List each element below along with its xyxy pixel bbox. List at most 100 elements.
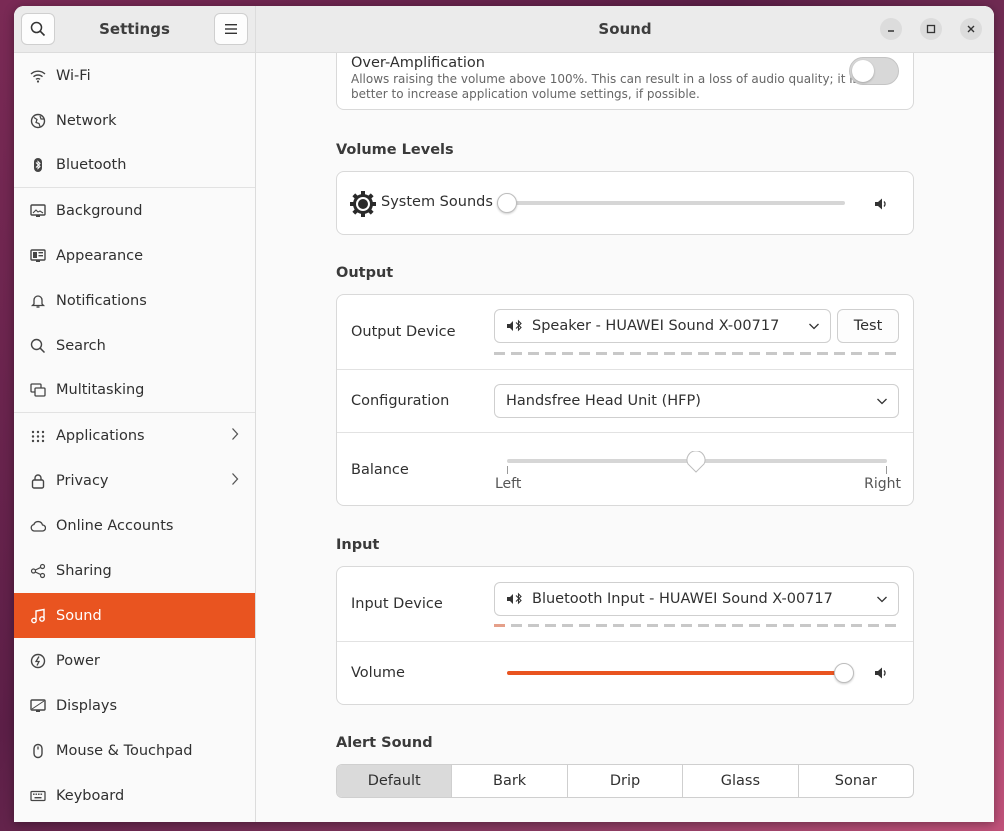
close-icon [967, 25, 975, 33]
sidebar-item-bluetooth[interactable]: Bluetooth [14, 143, 255, 188]
input-title: Input [336, 537, 380, 553]
bluetooth-speaker-icon [506, 318, 524, 334]
sidebar-item-multitasking[interactable]: Multitasking [14, 368, 255, 413]
divider [337, 641, 913, 642]
search-icon [28, 336, 48, 356]
music-note-icon [28, 606, 48, 626]
sidebar-item-sound[interactable]: Sound [14, 593, 255, 638]
bluetooth-speaker-icon [506, 591, 524, 607]
cloud-icon [28, 516, 48, 536]
sidebar-list: Wi-Fi Network Bluetooth Background Appea… [14, 53, 255, 818]
sidebar-item-label: Appearance [56, 247, 144, 264]
sidebar-header: Settings [14, 6, 255, 53]
background-icon [28, 201, 48, 221]
alert-sound-option-glass[interactable]: Glass [683, 765, 799, 797]
alert-sound-option-sonar[interactable]: Sonar [799, 765, 913, 797]
maximize-button[interactable] [920, 18, 942, 40]
sidebar-item-label: Wi-Fi [56, 67, 91, 84]
system-sounds-slider[interactable] [507, 201, 845, 205]
sidebar-item-wifi[interactable]: Wi-Fi [14, 53, 255, 98]
settings-window: Settings Wi-Fi Network Bluetooth Backgro… [14, 6, 994, 822]
alert-sound-option-drip[interactable]: Drip [568, 765, 684, 797]
sidebar-item-sharing[interactable]: Sharing [14, 548, 255, 593]
sidebar-item-applications[interactable]: Applications [14, 413, 255, 458]
speaker-icon [873, 196, 889, 216]
sidebar-item-label: Search [56, 337, 106, 354]
balance-label: Balance [351, 462, 409, 478]
test-button[interactable]: Test [837, 309, 899, 343]
input-card: Input Device Bluetooth Input - HUAWEI So… [336, 566, 914, 705]
system-sounds-label: System Sounds [381, 194, 493, 210]
share-icon [28, 561, 48, 581]
sidebar-item-label: Sharing [56, 562, 112, 579]
output-device-value: Speaker - HUAWEI Sound X-00717 [532, 318, 780, 334]
power-icon [28, 651, 48, 671]
sidebar-item-background[interactable]: Background [14, 188, 255, 233]
system-sounds-slider-knob[interactable] [497, 193, 517, 213]
over-amplification-toggle[interactable] [849, 57, 899, 85]
output-device-dropdown[interactable]: Speaker - HUAWEI Sound X-00717 [494, 309, 831, 343]
sidebar-item-notifications[interactable]: Notifications [14, 278, 255, 323]
mouse-icon [28, 741, 48, 761]
grid-icon [28, 426, 48, 446]
output-title: Output [336, 265, 394, 281]
sound-content: Over-Amplification Allows raising the vo… [336, 53, 914, 822]
configuration-dropdown[interactable]: Handsfree Head Unit (HFP) [494, 384, 899, 418]
sidebar-item-label: Keyboard [56, 787, 125, 804]
network-icon [28, 111, 48, 131]
close-button[interactable] [960, 18, 982, 40]
main-panel: Sound Over-Amplification Allows raising … [256, 6, 994, 822]
balance-slider-knob[interactable] [686, 450, 706, 473]
chevron-down-icon [876, 593, 888, 609]
sidebar-item-label: Network [56, 112, 117, 129]
description-line: Allows raising the volume above 100%. Th… [351, 72, 859, 86]
configuration-value: Handsfree Head Unit (HFP) [506, 393, 701, 409]
input-device-dropdown[interactable]: Bluetooth Input - HUAWEI Sound X-00717 [494, 582, 899, 616]
output-card: Output Device Speaker - HUAWEI Sound X-0… [336, 294, 914, 506]
sidebar-item-displays[interactable]: Displays [14, 683, 255, 728]
sidebar-item-search[interactable]: Search [14, 323, 255, 368]
divider [337, 369, 913, 370]
volume-levels-card: System Sounds [336, 171, 914, 235]
sidebar-item-power[interactable]: Power [14, 638, 255, 683]
input-volume-slider-knob[interactable] [834, 663, 854, 683]
input-device-value: Bluetooth Input - HUAWEI Sound X-00717 [532, 591, 833, 607]
sidebar-item-label: Background [56, 202, 143, 219]
sidebar-item-label: Applications [56, 427, 145, 444]
description-line: better to increase application volume se… [351, 87, 700, 101]
bell-icon [28, 291, 48, 311]
alert-sound-option-bark[interactable]: Bark [452, 765, 568, 797]
toggle-knob [852, 60, 874, 82]
balance-tick-left [507, 466, 508, 474]
sidebar-item-keyboard[interactable]: Keyboard [14, 773, 255, 818]
divider [337, 432, 913, 433]
chevron-right-icon [231, 427, 239, 445]
wifi-icon [28, 66, 48, 86]
sidebar-item-mouse-touchpad[interactable]: Mouse & Touchpad [14, 728, 255, 773]
hamburger-icon [225, 24, 237, 34]
input-volume-slider[interactable] [507, 671, 845, 675]
over-amplification-title: Over-Amplification [351, 55, 485, 71]
input-level-meter [494, 624, 896, 627]
sidebar-item-online-accounts[interactable]: Online Accounts [14, 503, 255, 548]
sidebar-item-network[interactable]: Network [14, 98, 255, 143]
chevron-down-icon [876, 395, 888, 411]
balance-left-label: Left [495, 476, 522, 492]
appearance-icon [28, 246, 48, 266]
alert-sound-title: Alert Sound [336, 735, 433, 751]
sidebar-item-label: Sound [56, 607, 102, 624]
sidebar: Settings Wi-Fi Network Bluetooth Backgro… [14, 6, 256, 822]
minimize-button[interactable] [880, 18, 902, 40]
sidebar-item-label: Mouse & Touchpad [56, 742, 193, 759]
menu-button[interactable] [214, 13, 248, 45]
sidebar-item-label: Displays [56, 697, 118, 714]
sidebar-item-privacy[interactable]: Privacy [14, 458, 255, 503]
chevron-down-icon [808, 320, 820, 336]
sidebar-item-appearance[interactable]: Appearance [14, 233, 255, 278]
sidebar-item-label: Notifications [56, 292, 147, 309]
main-header: Sound [256, 6, 994, 53]
sidebar-item-label: Online Accounts [56, 517, 174, 534]
speaker-icon [873, 665, 889, 685]
multitasking-icon [28, 380, 48, 400]
alert-sound-option-default[interactable]: Default [337, 765, 453, 797]
